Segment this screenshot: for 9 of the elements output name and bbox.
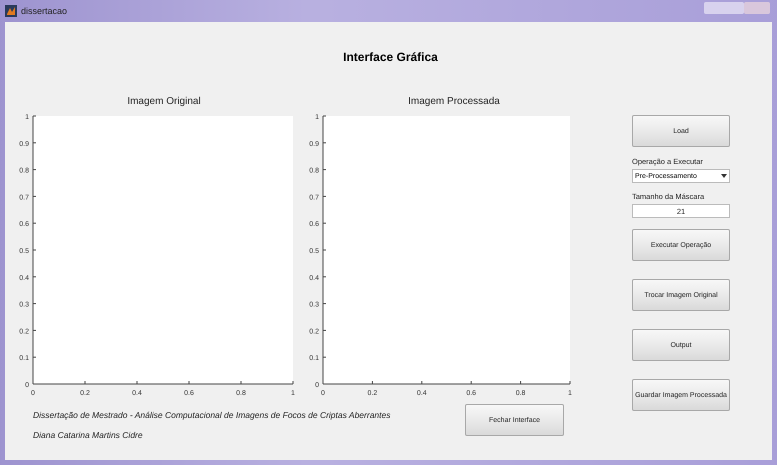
chart-title: Imagem Original (127, 96, 201, 109)
chart-title: Imagem Processada (408, 96, 500, 109)
app-icon (5, 5, 17, 17)
window-controls-drawing (704, 2, 770, 14)
window-title: dissertacao (21, 6, 68, 16)
footer-text: Diana Catarina Martins Cidre (33, 430, 144, 440)
caret-icon (721, 174, 727, 178)
footer-text: Dissertação de Mestrado - Análise Computacional de Imagens de Focos de Criptas Aberrantes (33, 410, 392, 420)
page-heading: Interface Gráfica (343, 50, 438, 66)
